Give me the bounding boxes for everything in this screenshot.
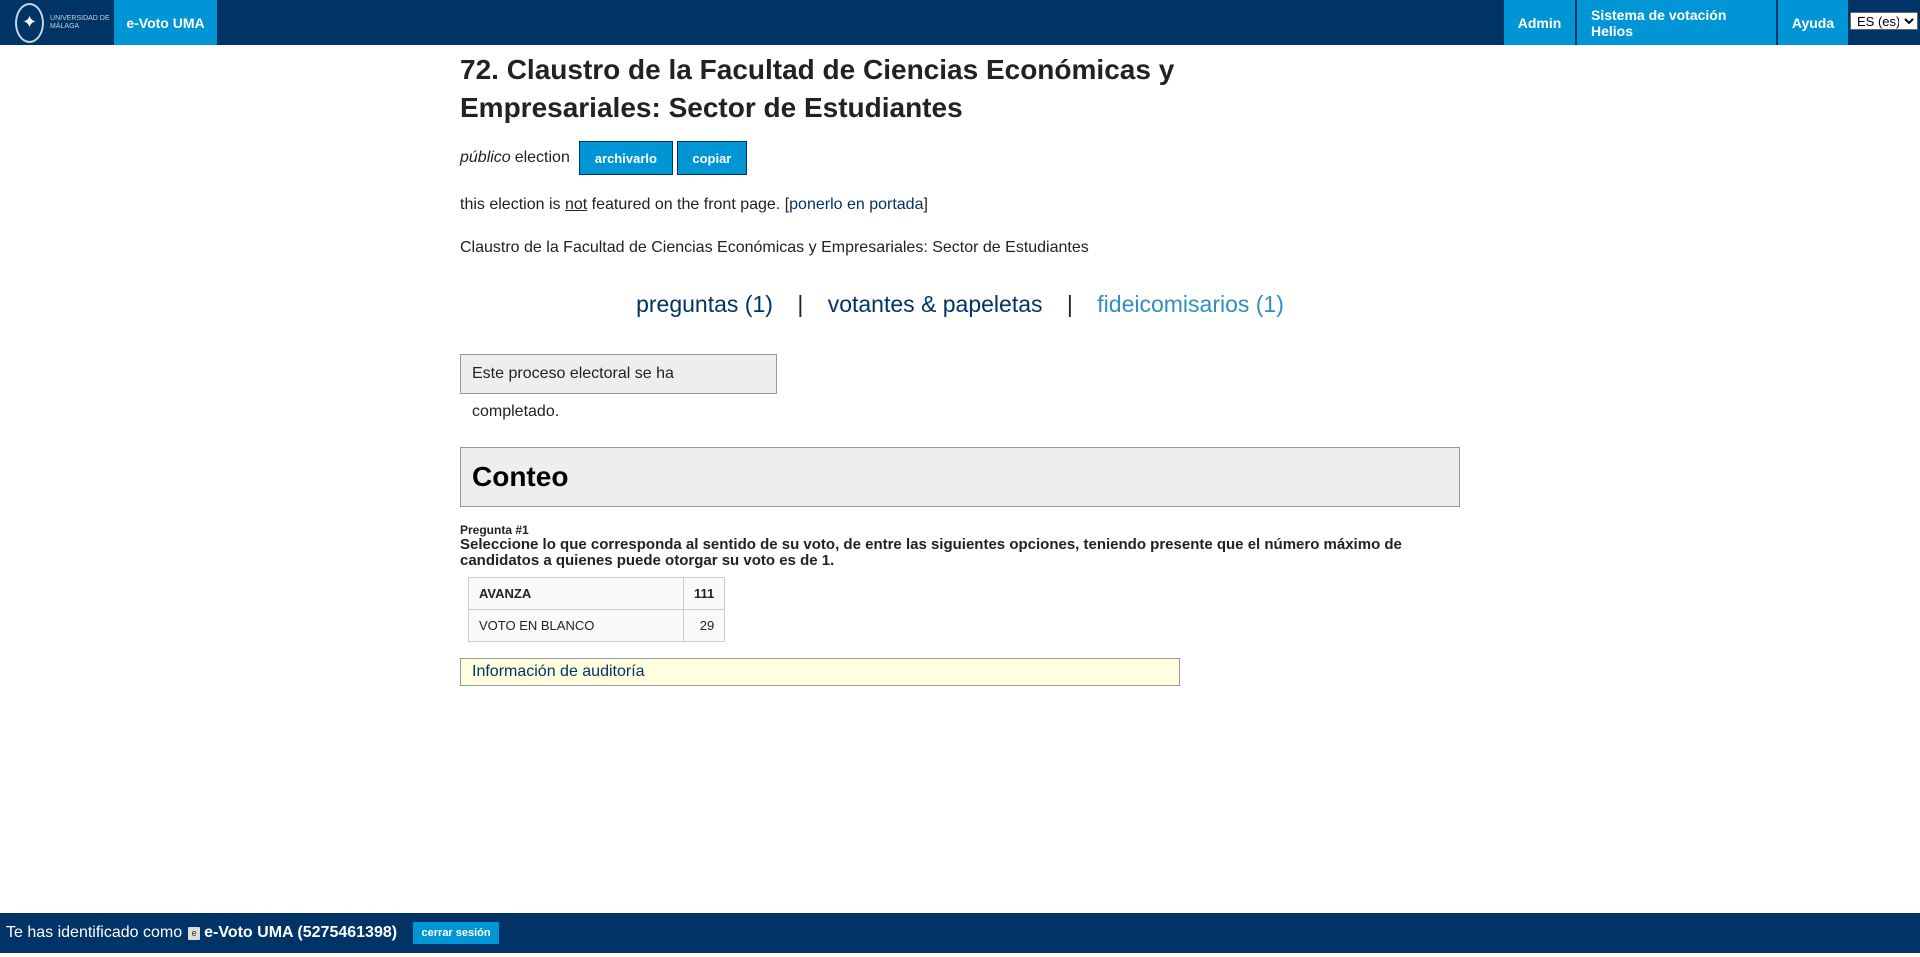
election-completed-notice: Este proceso electoral se ha completado. [460,354,777,420]
election-title: 72. Claustro de la Facultad de Ciencias … [460,54,1175,123]
user-name: e-Voto UMA (5275461398) [204,924,398,941]
featured-not: not [564,196,588,213]
university-logo[interactable]: ✦ UNIVERSIDAD DE MÁLAGA [15,0,113,45]
logo-text: UNIVERSIDAD DE MÁLAGA [50,14,110,30]
visibility-suffix: election [514,149,570,166]
tally-header: Conteo [460,447,1460,507]
election-description: Claustro de la Facultad de Ciencias Econ… [460,239,1089,256]
tab-separator: | [797,291,804,317]
nav-admin[interactable]: Admin [1504,0,1575,45]
main-content: 72. Claustro de la Facultad de Ciencias … [460,45,1460,686]
results-table: AVANZA 111 VOTO EN BLANCO 29 [468,577,726,642]
university-seal-icon: ✦ [15,2,45,43]
tab-questions[interactable]: preguntas (1) [636,291,773,317]
nav-help[interactable]: Ayuda [1778,0,1848,45]
question-text: Seleccione lo que corresponda al sentido… [460,536,1402,569]
tab-separator: | [1066,291,1073,317]
answer-count: 111 [682,577,726,610]
election-tabs: preguntas (1) | votantes & papeletas | f… [460,291,1460,318]
answer-count: 29 [682,609,726,642]
archive-button[interactable]: archivarlo [578,141,673,175]
top-navbar: ✦ UNIVERSIDAD DE MÁLAGA e-Voto UMA Admin… [0,0,1920,45]
language-select[interactable]: ES (es) [1850,12,1918,30]
footer-bar: Te has identificado como e e-Voto UMA (5… [0,913,1920,953]
brand-link[interactable]: e-Voto UMA [114,0,217,45]
logged-in-label: Te has identificado como [6,924,183,941]
featured-prefix: this election is [460,196,561,213]
nav-right: Admin Sistema de votación Helios Ayuda E… [1502,0,1920,45]
logout-button[interactable]: cerrar sesión [412,921,501,945]
question-label: Pregunta #1 [460,523,529,537]
answer-name: AVANZA [468,577,684,610]
table-row: AVANZA 111 [468,577,726,610]
election-admin-line: público election archivarlo copiar [460,141,1460,175]
feature-link[interactable]: ponerlo en portada [789,196,923,213]
audit-info-link[interactable]: Información de auditoría [460,658,1180,686]
featured-suffix: featured on the front page. [ [591,196,790,213]
user-type-icon: e [188,926,201,940]
visibility-label: público [460,149,511,166]
answer-name: VOTO EN BLANCO [468,609,684,642]
featured-notice: this election is not featured on the fro… [460,196,1460,214]
nav-helios[interactable]: Sistema de votación Helios [1577,0,1776,45]
featured-close: ] [923,196,928,213]
copy-button[interactable]: copiar [676,141,747,175]
tab-voters[interactable]: votantes & papeletas [828,291,1043,317]
tally-heading: Conteo [472,461,569,492]
tab-trustees[interactable]: fideicomisarios (1) [1097,291,1284,317]
table-row: VOTO EN BLANCO 29 [468,609,726,642]
language-selector-wrap: ES (es) [1848,0,1920,45]
